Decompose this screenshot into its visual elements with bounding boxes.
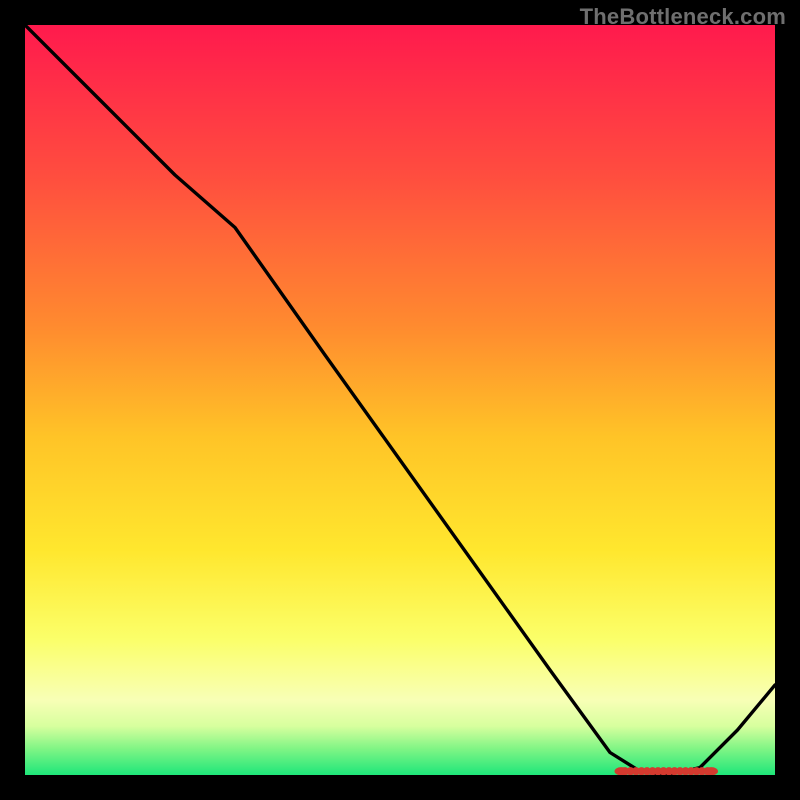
plot-area xyxy=(25,25,775,775)
chart-root: TheBottleneck.com xyxy=(0,0,800,800)
marker-layer xyxy=(25,25,775,775)
flat-region-markers xyxy=(615,767,719,775)
attribution-text: TheBottleneck.com xyxy=(580,4,786,30)
valley-marker-end xyxy=(615,767,629,775)
valley-marker-end xyxy=(705,767,719,775)
